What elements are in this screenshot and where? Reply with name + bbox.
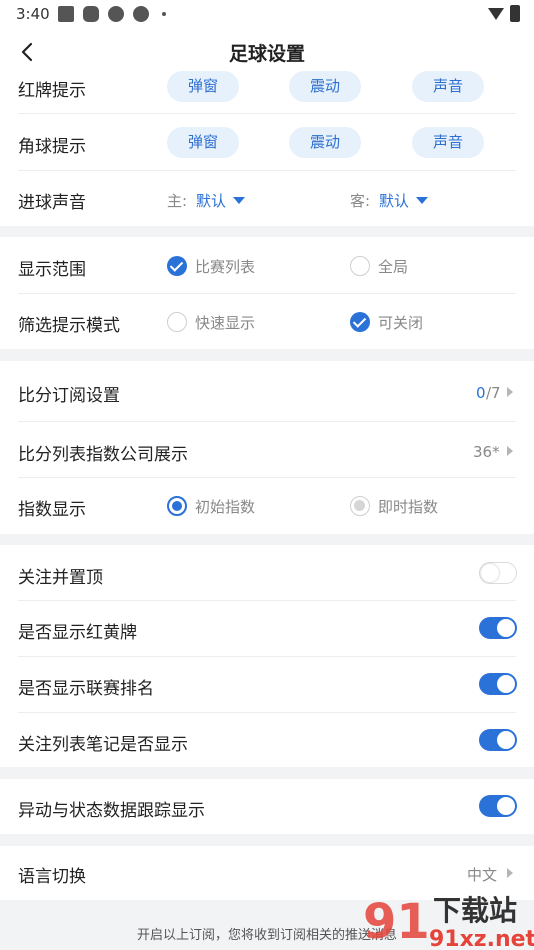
goal-sound-label: 进球声音 (18, 193, 86, 213)
away-sound-prefix: 客: (350, 192, 371, 210)
anomaly-tracking-label: 异动与状态数据跟踪显示 (18, 801, 205, 821)
radio-unchecked-icon[interactable] (167, 312, 187, 332)
filter-quick-option[interactable]: 快速显示 (195, 312, 255, 333)
subscription-count: 0 (476, 384, 486, 402)
follow-pin-row: 关注并置顶 (0, 545, 534, 600)
logo-brand: 91 (363, 894, 430, 950)
filter-mode-row: 筛选提示模式 快速显示 可关闭 (0, 294, 534, 349)
index-display-label: 指数显示 (18, 500, 86, 520)
download-site-logo: 91 下载站 91xz.net (363, 894, 534, 950)
goal-sound-row: 进球声音 主: 默认 客: 默认 (0, 171, 534, 226)
home-sound-select[interactable]: 默认 (196, 190, 226, 211)
red-card-vibrate-button[interactable]: 震动 (289, 71, 361, 102)
chevron-right-icon (507, 868, 513, 878)
show-notes-label: 关注列表笔记是否显示 (18, 735, 188, 755)
anomaly-tracking-row: 异动与状态数据跟踪显示 (0, 779, 534, 834)
show-cards-toggle[interactable] (479, 617, 517, 639)
chevron-right-icon (507, 387, 513, 397)
football-icon (108, 6, 124, 22)
radio-unchecked-icon[interactable] (350, 256, 370, 276)
checkbox-checked-icon[interactable] (167, 256, 187, 276)
app-notification-icon (83, 6, 99, 22)
show-ranking-label: 是否显示联赛排名 (18, 679, 154, 699)
notification-icon (58, 6, 74, 22)
battery-icon (510, 5, 520, 22)
alert-settings-card: 红牌提示 弹窗 震动 声音 角球提示 弹窗 震动 声音 进球声音 主: 默认 客… (0, 71, 534, 226)
index-company-value: 36* (473, 443, 500, 461)
display-range-row: 显示范围 比赛列表 全局 (0, 237, 534, 293)
index-live-option[interactable]: 即时指数 (378, 496, 438, 517)
nav-bar: 足球设置 (0, 30, 534, 75)
language-value: 中文 (467, 866, 498, 884)
chevron-down-icon[interactable] (233, 197, 245, 204)
range-match-list-option[interactable]: 比赛列表 (195, 256, 255, 277)
home-sound-prefix: 主: (167, 192, 188, 210)
language-label: 语言切换 (18, 867, 86, 887)
score-subscription-label: 比分订阅设置 (18, 386, 120, 406)
show-cards-row: 是否显示红黄牌 (0, 601, 534, 656)
more-notifications-icon (162, 12, 166, 16)
index-company-row[interactable]: 比分列表指数公司展示 36* (0, 422, 534, 477)
subscription-total: /7 (486, 384, 501, 402)
chevron-right-icon (507, 446, 513, 456)
filter-mode-label: 筛选提示模式 (18, 316, 120, 336)
show-ranking-row: 是否显示联赛排名 (0, 657, 534, 712)
red-card-alert-row: 红牌提示 弹窗 震动 声音 (0, 71, 534, 114)
follow-pin-toggle[interactable] (479, 562, 517, 584)
anomaly-tracking-toggle[interactable] (479, 795, 517, 817)
range-global-option[interactable]: 全局 (378, 256, 408, 277)
toggle-settings-card: 关注并置顶 是否显示红黄牌 是否显示联赛排名 关注列表笔记是否显示 (0, 545, 534, 767)
score-subscription-row[interactable]: 比分订阅设置 0 /7 (0, 361, 534, 421)
display-range-label: 显示范围 (18, 260, 86, 280)
corner-alert-row: 角球提示 弹窗 震动 声音 (0, 114, 534, 170)
show-notes-row: 关注列表笔记是否显示 (0, 713, 534, 767)
filter-closable-option[interactable]: 可关闭 (378, 312, 423, 333)
follow-pin-label: 关注并置顶 (18, 568, 103, 588)
logo-url: 91xz.net (429, 927, 534, 950)
display-settings-card: 显示范围 比赛列表 全局 筛选提示模式 快速显示 可关闭 (0, 237, 534, 349)
away-sound-select[interactable]: 默认 (379, 190, 409, 211)
show-ranking-toggle[interactable] (479, 673, 517, 695)
football-icon (133, 6, 149, 22)
corner-sound-button[interactable]: 声音 (412, 127, 484, 158)
anomaly-card: 异动与状态数据跟踪显示 (0, 779, 534, 834)
wifi-icon (488, 8, 504, 20)
red-card-alert-label: 红牌提示 (18, 81, 86, 101)
corner-alert-label: 角球提示 (18, 137, 86, 157)
chevron-down-icon[interactable] (416, 197, 428, 204)
corner-popup-button[interactable]: 弹窗 (167, 127, 239, 158)
index-company-label: 比分列表指数公司展示 (18, 445, 188, 465)
corner-vibrate-button[interactable]: 震动 (289, 127, 361, 158)
radio-disabled-icon[interactable] (350, 496, 370, 516)
status-bar: 3:40 (0, 0, 534, 30)
score-settings-card: 比分订阅设置 0 /7 比分列表指数公司展示 36* 指数显示 初始指数 即时指… (0, 361, 534, 534)
show-notes-toggle[interactable] (479, 729, 517, 751)
red-card-sound-button[interactable]: 声音 (412, 71, 484, 102)
index-display-row: 指数显示 初始指数 即时指数 (0, 478, 534, 534)
index-initial-option[interactable]: 初始指数 (195, 496, 255, 517)
radio-checked-icon[interactable] (167, 496, 187, 516)
red-card-popup-button[interactable]: 弹窗 (167, 71, 239, 102)
status-time: 3:40 (16, 5, 50, 23)
checkbox-checked-icon[interactable] (350, 312, 370, 332)
page-title: 足球设置 (228, 43, 305, 65)
show-cards-label: 是否显示红黄牌 (18, 623, 137, 643)
logo-text: 下载站 (433, 894, 517, 927)
